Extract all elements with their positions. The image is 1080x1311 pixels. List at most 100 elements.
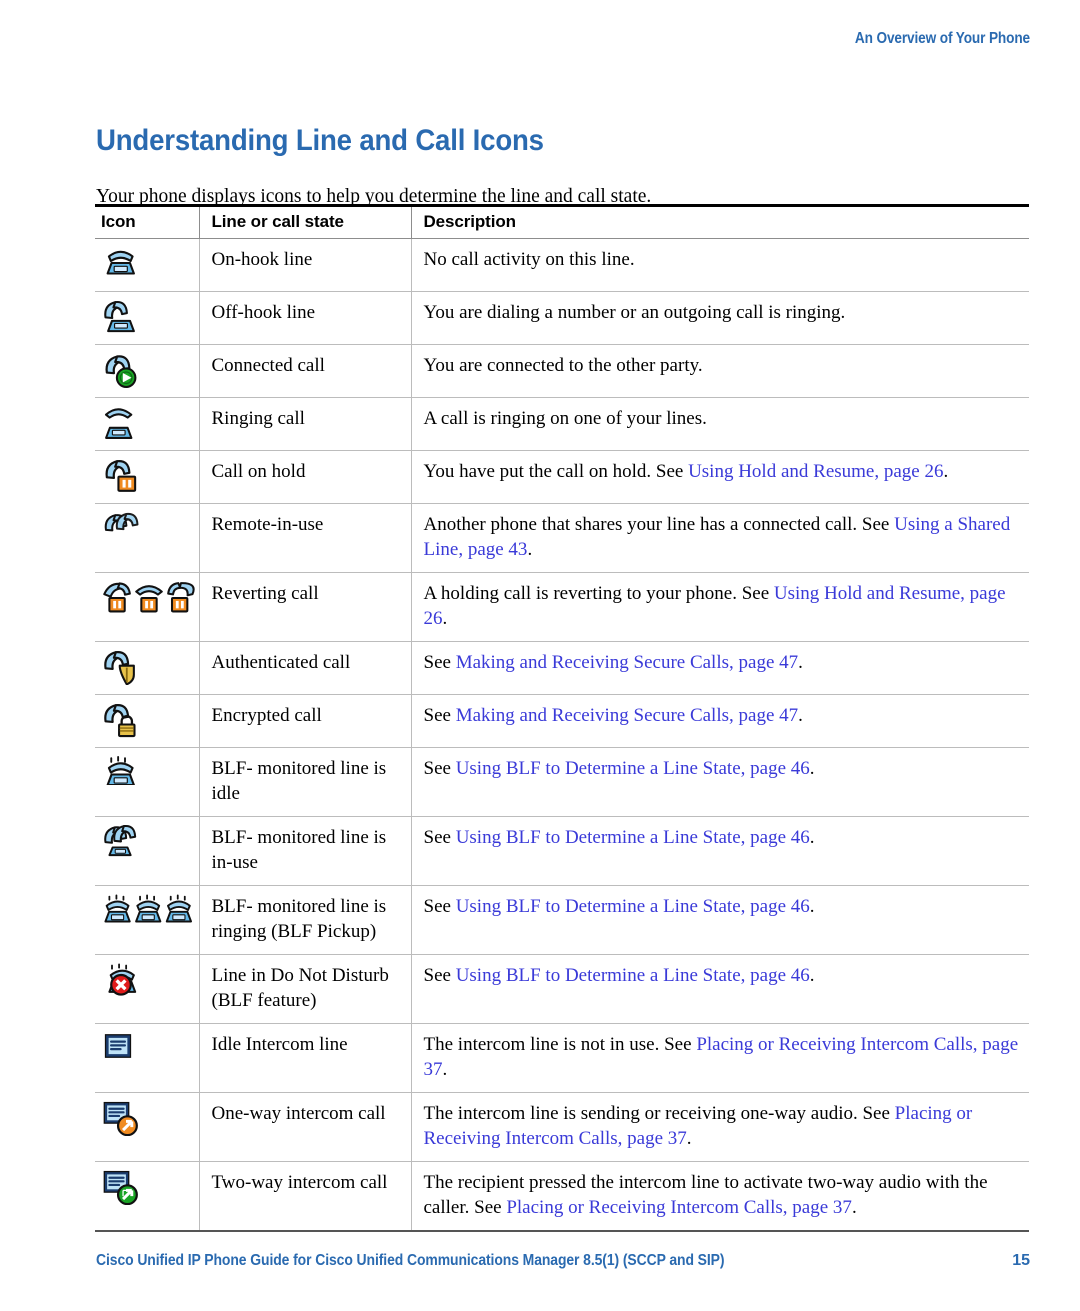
cross-reference-link[interactable]: Using BLF to Determine a Line State, pag… (456, 758, 810, 779)
description-text: . (809, 896, 815, 917)
state-description: The recipient pressed the intercom line … (410, 1161, 1029, 1232)
description-text: . (809, 827, 815, 848)
table-header: Icon Line or call state Description (95, 204, 1029, 239)
table-header-row: Icon Line or call state Description (95, 204, 1029, 239)
description-text: A call is ringing on one of your lines. (423, 408, 707, 429)
remote-in-use-icon (95, 503, 199, 573)
description-text: See (423, 896, 456, 917)
description-text: No call activity on this line. (423, 249, 635, 270)
table-row: One-way intercom call The intercom line i… (95, 1092, 1029, 1162)
description-text: The intercom line is not in use. See (423, 1034, 697, 1055)
column-header-description: Description (410, 204, 1029, 239)
state-description: See Using BLF to Determine a Line State,… (410, 954, 1029, 1024)
description-text: The intercom line is sending or receivin… (423, 1103, 895, 1124)
line-or-call-state: Remote-in-use (198, 503, 411, 573)
description-text: . (851, 1197, 857, 1218)
description-text: . (943, 461, 949, 482)
line-or-call-state: Authenticated call (198, 641, 411, 695)
description-text: . (527, 539, 533, 560)
state-description: Another phone that shares your line has … (410, 503, 1029, 573)
description-text: . (809, 758, 815, 779)
line-or-call-state: Idle Intercom line (198, 1023, 411, 1093)
ringing-call-icon (95, 397, 199, 451)
table-row: Encrypted call See Making and Receiving S… (95, 694, 1029, 748)
authenticated-call-icon (95, 641, 199, 695)
state-description: A call is ringing on one of your lines. (410, 397, 1029, 451)
line-or-call-state: Line in Do Not Disturb (BLF feature) (198, 954, 411, 1024)
state-description: See Using BLF to Determine a Line State,… (410, 747, 1029, 817)
off-hook-line-icon (95, 291, 199, 345)
running-header: An Overview of Your Phone (854, 30, 1030, 47)
state-description: See Using BLF to Determine a Line State,… (410, 885, 1029, 955)
description-text: See (423, 652, 456, 673)
line-or-call-state: Reverting call (198, 572, 411, 642)
document-page: An Overview of Your Phone Understanding … (0, 0, 1080, 1311)
cross-reference-link[interactable]: Placing or Receiving Intercom Calls, pag… (506, 1197, 852, 1218)
description-text: A holding call is reverting to your phon… (423, 583, 774, 604)
description-text: See (423, 827, 456, 848)
line-and-call-icons-table: Icon Line or call state Description On-h… (95, 204, 1029, 1232)
table-row: Authenticated call See Making and Receivi… (95, 641, 1029, 695)
line-or-call-state: Encrypted call (198, 694, 411, 748)
reverting-call-icon (95, 572, 199, 642)
description-text: . (442, 608, 448, 629)
column-header-state: Line or call state (198, 204, 411, 239)
line-or-call-state: Two-way intercom call (198, 1161, 411, 1232)
state-description: See Making and Receiving Secure Calls, p… (410, 641, 1029, 695)
encrypted-call-icon (95, 694, 199, 748)
table-row: Idle Intercom line The intercom line is n… (95, 1023, 1029, 1093)
description-text: . (798, 705, 803, 726)
table-row: BLF- monitored line is in-use See Using B… (95, 816, 1029, 886)
table-row: BLF- monitored line is ringing (BLF Pick… (95, 885, 1029, 955)
do-not-disturb-line-icon (95, 954, 199, 1024)
table-row: Line in Do Not Disturb (BLF feature) See … (95, 954, 1029, 1024)
description-text: . (809, 965, 815, 986)
state-description: You have put the call on hold. See Using… (410, 450, 1029, 504)
blf-ringing-line-icon (95, 885, 199, 955)
description-text: You have put the call on hold. See (423, 461, 689, 482)
blf-in-use-line-icon (95, 816, 199, 886)
state-description: See Using BLF to Determine a Line State,… (410, 816, 1029, 886)
cross-reference-link[interactable]: Using BLF to Determine a Line State, pag… (456, 896, 810, 917)
line-or-call-state: Ringing call (198, 397, 411, 451)
description-text: See (423, 758, 456, 779)
table-row: BLF- monitored line is idle See Using BLF… (95, 747, 1029, 817)
description-text: Another phone that shares your line has … (423, 514, 895, 535)
two-way-intercom-call-icon (95, 1161, 199, 1232)
state-description: You are connected to the other party. (410, 344, 1029, 398)
line-or-call-state: Connected call (198, 344, 411, 398)
blf-idle-line-icon (95, 747, 199, 817)
table-row: Remote-in-use Another phone that shares y… (95, 503, 1029, 573)
state-description: You are dialing a number or an outgoing … (410, 291, 1029, 345)
footer-page-number: 15 (1012, 1252, 1030, 1269)
table-row: Ringing call A call is ringing on one of … (95, 397, 1029, 451)
line-or-call-state: BLF- monitored line is idle (198, 747, 411, 817)
cross-reference-link[interactable]: Making and Receiving Secure Calls, page … (456, 705, 798, 726)
call-on-hold-icon (95, 450, 199, 504)
connected-call-icon (95, 344, 199, 398)
page-title: Understanding Line and Call Icons (96, 124, 544, 158)
line-or-call-state: Call on hold (198, 450, 411, 504)
on-hook-line-icon (95, 238, 199, 292)
line-or-call-state: On-hook line (198, 238, 411, 292)
state-description: See Making and Receiving Secure Calls, p… (410, 694, 1029, 748)
line-or-call-state: Off-hook line (198, 291, 411, 345)
state-description: The intercom line is not in use. See Pla… (410, 1023, 1029, 1093)
table-row: Connected call You are connected to the o… (95, 344, 1029, 398)
description-text: . (686, 1128, 692, 1149)
cross-reference-link[interactable]: Making and Receiving Secure Calls, page … (456, 652, 798, 673)
cross-reference-link[interactable]: Using BLF to Determine a Line State, pag… (456, 827, 810, 848)
line-or-call-state: BLF- monitored line is in-use (198, 816, 411, 886)
state-description: No call activity on this line. (410, 238, 1029, 292)
cross-reference-link[interactable]: Using Hold and Resume, page 26 (688, 461, 943, 482)
line-or-call-state: One-way intercom call (198, 1092, 411, 1162)
state-description: The intercom line is sending or receivin… (410, 1092, 1029, 1162)
table-body: On-hook line No call activity on this lin… (95, 238, 1029, 1232)
description-text: You are dialing a number or an outgoing … (423, 302, 846, 323)
line-or-call-state: BLF- monitored line is ringing (BLF Pick… (198, 885, 411, 955)
description-text: You are connected to the other party. (423, 355, 703, 376)
cross-reference-link[interactable]: Using BLF to Determine a Line State, pag… (456, 965, 810, 986)
description-text: . (798, 652, 803, 673)
table-row: On-hook line No call activity on this lin… (95, 238, 1029, 292)
idle-intercom-line-icon (95, 1023, 199, 1093)
